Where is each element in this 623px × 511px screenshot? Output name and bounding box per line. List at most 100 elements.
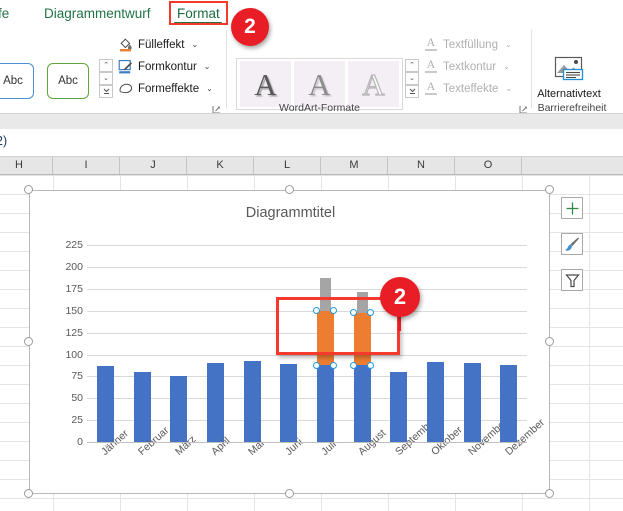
tab-diagrammentwurf[interactable]: Diagrammentwurf (40, 3, 155, 25)
ribbon-tab-strip: fe Diagrammentwurf Format (0, 0, 623, 26)
chevron-down-icon: ⌄ (409, 75, 415, 82)
chart-title[interactable]: Diagrammtitel (30, 205, 551, 221)
chevron-down-icon: ⌄ (504, 40, 512, 49)
wordart-more-button[interactable] (405, 85, 419, 98)
column-header-row: HIJKLMNO (0, 157, 623, 175)
chart-handle-tr[interactable] (545, 185, 554, 194)
textfuellung-label: Textfüllung (443, 38, 498, 51)
chart-handle-br[interactable] (545, 489, 554, 498)
alt-text-image-icon (554, 56, 584, 81)
chart-handle-tl[interactable] (24, 185, 33, 194)
column-header-l[interactable]: L (254, 157, 321, 174)
chart-bar[interactable] (316, 365, 334, 442)
shape-style-scroll-down-button[interactable]: ⌄ (99, 72, 113, 85)
paintbrush-icon (565, 237, 579, 251)
texteffekte-button[interactable]: A Texteffekte ⌄ (424, 79, 512, 98)
wordart-sample-2[interactable]: A (294, 61, 345, 107)
chart-bar[interactable] (280, 364, 298, 442)
bar-selection-handle[interactable] (330, 361, 338, 369)
chart-handle-bl[interactable] (24, 489, 33, 498)
fuelleffekt-label: Fülleffekt (138, 38, 185, 51)
formula-bar-value: 2) (0, 134, 8, 148)
shape-outline-pen-icon (118, 59, 133, 74)
chart-bar[interactable] (390, 372, 408, 442)
shape-style-thumb-2[interactable]: Abc (47, 63, 89, 99)
more-styles-icon (103, 88, 109, 94)
bar-selection-handle[interactable] (313, 361, 321, 369)
annotation-badge-1: 2 (231, 8, 269, 46)
more-styles-icon (409, 88, 415, 94)
formeffekte-label: Formeffekte (138, 82, 200, 95)
shape-style-thumb-label: Abc (3, 75, 23, 87)
wordart-sample-3[interactable]: A (348, 61, 399, 107)
tab-hilfe[interactable]: fe (0, 3, 13, 25)
chart-bar[interactable] (463, 363, 481, 442)
chart-elements-button[interactable] (561, 197, 583, 219)
column-header-i[interactable]: I (53, 157, 120, 174)
chart-filters-button[interactable] (561, 269, 583, 291)
x-axis-line (87, 442, 527, 443)
chart-bar[interactable] (96, 366, 114, 442)
chevron-down-icon: ⌄ (503, 62, 510, 71)
chart-gridline (87, 420, 527, 422)
chart-handle-bc[interactable] (285, 489, 294, 498)
column-header-j[interactable]: J (120, 157, 187, 174)
shape-style-thumb-label: Abc (58, 75, 78, 87)
chart-gridline (87, 398, 527, 400)
chart-bar[interactable] (170, 375, 188, 442)
y-axis-tick-label: 175 (65, 283, 83, 296)
column-header-n[interactable]: N (388, 157, 455, 174)
y-axis-tick-label: 125 (65, 326, 83, 339)
chart-gridline (87, 245, 527, 247)
chart-styles-button[interactable] (561, 233, 583, 255)
annotation-badge-2: 2 (380, 277, 420, 317)
column-header-m[interactable]: M (321, 157, 388, 174)
textfuellung-button[interactable]: A Textfüllung ⌄ (424, 35, 512, 54)
ribbon-body: Abc Abc ⌃ ⌄ Fülleffekt ⌄ Formkontur ⌄ Fo… (0, 26, 623, 114)
format-tab-highlight-box (169, 1, 228, 25)
ribbon: fe Diagrammentwurf Format Abc Abc ⌃ ⌄ (0, 0, 623, 129)
chart-handle-tc[interactable] (285, 185, 294, 194)
y-axis-tick-label: 150 (65, 304, 83, 317)
y-axis-tick-label: 0 (77, 436, 83, 448)
chevron-up-icon: ⌃ (103, 62, 109, 69)
y-axis-tick-label: 25 (71, 414, 83, 427)
shape-style-more-button[interactable] (99, 85, 113, 98)
bar-selection-handle[interactable] (350, 361, 357, 369)
formkontur-button[interactable]: Formkontur ⌄ (118, 57, 211, 76)
chevron-up-icon: ⌃ (409, 62, 415, 69)
chart-handle-mr[interactable] (545, 337, 554, 346)
chevron-down-icon: ⌄ (505, 84, 513, 93)
formula-bar[interactable]: 2) (0, 129, 623, 157)
y-axis-labels: 0 25 50 75 100 125 150 175 200 225 (49, 235, 83, 447)
wordart-scroll-up-button[interactable]: ⌃ (405, 59, 419, 72)
chart-bar[interactable] (500, 365, 518, 442)
chart-bar[interactable] (353, 365, 371, 442)
shape-style-thumb-1[interactable]: Abc (0, 63, 34, 99)
column-header-k[interactable]: K (187, 157, 254, 174)
wordart-sample-1[interactable]: A (240, 61, 291, 107)
chart-bar[interactable] (426, 361, 444, 442)
y-axis-tick-label: 225 (65, 239, 83, 252)
funnel-icon (564, 273, 580, 287)
y-axis-tick-label: 200 (65, 261, 83, 274)
formeffekte-button[interactable]: Formeffekte ⌄ (118, 79, 213, 98)
chevron-down-icon: ⌄ (103, 75, 109, 82)
chart-bar[interactable] (206, 362, 224, 442)
chevron-down-icon: ⌄ (206, 84, 213, 93)
wordart-scroll-down-button[interactable]: ⌄ (405, 72, 419, 85)
y-axis-tick-label: 50 (71, 392, 83, 405)
alternativtext-label: Alternativtext (537, 88, 601, 100)
textkontur-button[interactable]: A Textkontur ⌄ (424, 57, 510, 76)
bar-selection-handle[interactable] (367, 361, 374, 369)
chart-bar[interactable] (243, 360, 261, 442)
chart-bar[interactable] (133, 372, 151, 442)
column-header-h[interactable]: H (0, 157, 53, 174)
chart-handle-ml[interactable] (24, 337, 33, 346)
shape-style-scroll-up-button[interactable]: ⌃ (99, 59, 113, 72)
text-fill-icon: A (424, 36, 438, 52)
text-outline-icon: A (424, 58, 438, 74)
chevron-down-icon: ⌄ (203, 62, 211, 71)
fuelleffekt-button[interactable]: Fülleffekt ⌄ (118, 35, 198, 54)
column-header-o[interactable]: O (455, 157, 522, 174)
